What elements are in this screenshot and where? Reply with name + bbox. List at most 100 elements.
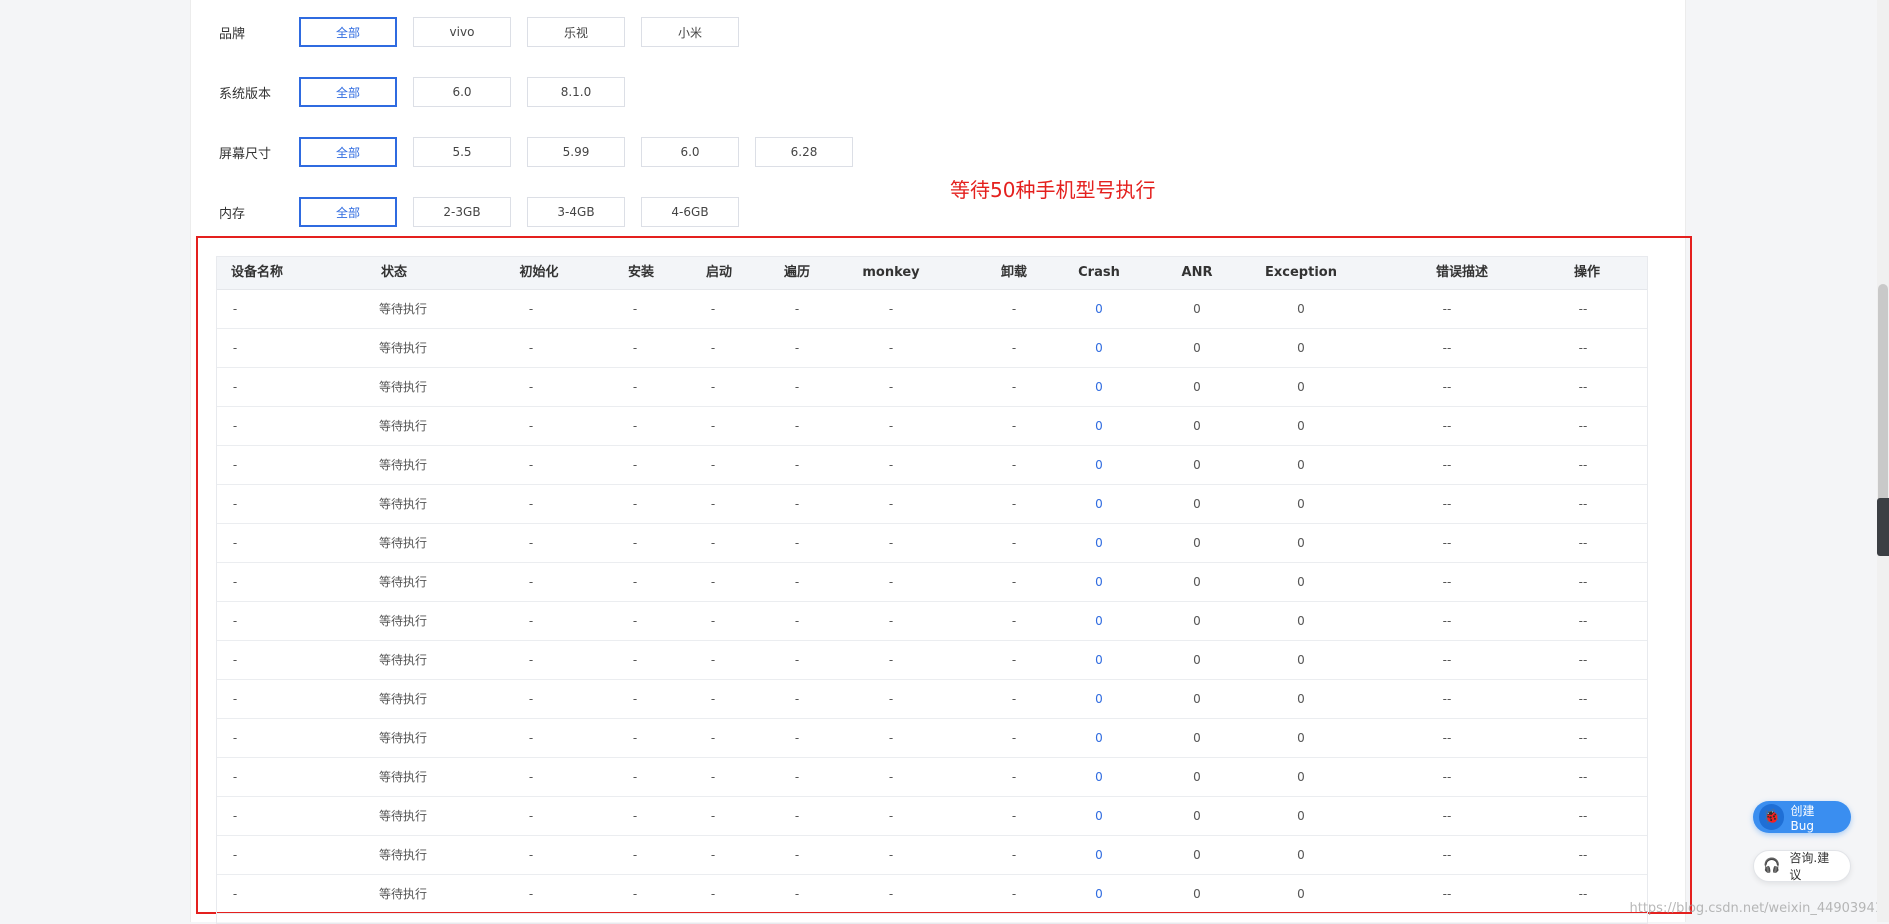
table-cell: -: [710, 614, 716, 628]
filter-option[interactable]: 2-3GB: [413, 197, 511, 227]
consult-button[interactable]: 🎧 咨询.建议: [1753, 850, 1851, 882]
table-cell: --: [1442, 380, 1452, 394]
table-cell: 等待执行: [379, 914, 427, 923]
filter-option[interactable]: 8.1.0: [527, 77, 625, 107]
create-bug-label: 创建Bug: [1790, 803, 1815, 833]
table-cell: -: [888, 614, 894, 628]
table-cell: 0: [1193, 914, 1201, 923]
table-cell: -: [888, 575, 894, 589]
table-cell: -: [794, 575, 800, 589]
table-cell: --: [1442, 419, 1452, 433]
table-cell: -: [888, 302, 894, 316]
table-cell: -: [632, 380, 638, 394]
crash-count-link[interactable]: 0: [1095, 290, 1103, 328]
consult-label: 咨询.建议: [1789, 851, 1830, 882]
table-cell: -: [1011, 653, 1017, 667]
table-row: -等待执行------000----: [217, 797, 1647, 836]
table-cell: -: [232, 809, 238, 823]
side-handle[interactable]: [1877, 498, 1889, 556]
crash-count-link[interactable]: 0: [1095, 602, 1103, 640]
table-cell: -: [888, 341, 894, 355]
filter-option[interactable]: 全部: [299, 77, 397, 107]
table-cell: 0: [1193, 380, 1201, 394]
table-cell: -: [888, 653, 894, 667]
column-header: 设备名称: [231, 265, 284, 280]
filter-option[interactable]: vivo: [413, 17, 511, 47]
filter-label: 品牌: [219, 26, 246, 42]
crash-count-link[interactable]: 0: [1095, 758, 1103, 796]
filter-row: 内存 全部 2-3GB 3-4GB 4-6GB: [219, 196, 755, 228]
crash-count-link[interactable]: 0: [1095, 407, 1103, 445]
crash-count-link[interactable]: 0: [1095, 875, 1103, 913]
table-cell: -: [528, 848, 534, 862]
table-cell: --: [1442, 848, 1452, 862]
table-cell: -: [794, 458, 800, 472]
table-cell: -: [1011, 302, 1017, 316]
table-cell: 0: [1193, 341, 1201, 355]
table-cell: 等待执行: [378, 614, 428, 628]
table-cell: -: [794, 497, 800, 511]
table-cell: -: [632, 575, 638, 589]
table-cell: 0: [1193, 731, 1201, 745]
headset-icon: 🎧: [1762, 858, 1781, 874]
table-cell: -: [794, 731, 800, 745]
crash-count-link[interactable]: 0: [1095, 641, 1103, 679]
crash-count-link[interactable]: 0: [1095, 680, 1103, 718]
table-row: -等待执行------000----: [217, 875, 1647, 914]
table-cell: 0: [1193, 302, 1201, 316]
crash-count-link[interactable]: 0: [1095, 836, 1103, 874]
table-cell: --: [1443, 914, 1452, 923]
table-cell: -: [794, 419, 800, 433]
table-cell: -: [710, 536, 716, 550]
filter-option[interactable]: 全部: [299, 197, 397, 227]
table-cell: --: [1579, 914, 1588, 923]
filter-option[interactable]: 3-4GB: [527, 197, 625, 227]
table-cell: -: [888, 887, 894, 901]
table-cell: -: [1011, 497, 1017, 511]
crash-count-link[interactable]: 0: [1095, 914, 1103, 923]
table-cell: --: [1442, 536, 1452, 550]
annotation-text: 等待50种手机型号执行: [950, 178, 1156, 202]
crash-count-link[interactable]: 0: [1095, 524, 1103, 562]
table-cell: -: [710, 458, 716, 472]
table-cell: 等待执行: [378, 653, 428, 667]
crash-count-link[interactable]: 0: [1095, 563, 1103, 601]
table-cell: 0: [1297, 302, 1305, 316]
create-bug-button[interactable]: 🐞 创建Bug: [1753, 801, 1851, 833]
table-cell: -: [632, 302, 638, 316]
filter-option[interactable]: 6.28: [755, 137, 853, 167]
table-cell: 0: [1297, 692, 1305, 706]
filter-option[interactable]: 4-6GB: [641, 197, 739, 227]
table-row: -等待执行------000----: [217, 485, 1647, 524]
filter-option[interactable]: 5.99: [527, 137, 625, 167]
table-cell: 0: [1193, 653, 1201, 667]
table-cell: 等待执行: [378, 302, 428, 316]
crash-count-link[interactable]: 0: [1095, 446, 1103, 484]
table-cell: -: [232, 419, 238, 433]
crash-count-link[interactable]: 0: [1095, 719, 1103, 757]
table-cell: 0: [1297, 848, 1305, 862]
column-header: 安装: [627, 265, 655, 280]
filter-option[interactable]: 全部: [299, 17, 397, 47]
crash-count-link[interactable]: 0: [1095, 485, 1103, 523]
filter-option[interactable]: 小米: [641, 17, 739, 47]
table-cell: -: [1011, 692, 1017, 706]
table-cell: 0: [1297, 380, 1305, 394]
table-cell: -: [632, 536, 638, 550]
page-scrollbar[interactable]: [1877, 0, 1889, 922]
crash-count-link[interactable]: 0: [1095, 797, 1103, 835]
crash-count-link[interactable]: 0: [1095, 329, 1103, 367]
table-cell: -: [710, 731, 716, 745]
table-cell: --: [1442, 887, 1452, 901]
table-cell: 等待执行: [378, 380, 428, 394]
table-cell: 0: [1193, 575, 1201, 589]
filter-option[interactable]: 5.5: [413, 137, 511, 167]
table-cell: --: [1578, 653, 1588, 667]
crash-count-link[interactable]: 0: [1095, 368, 1103, 406]
table-cell: 等待执行: [378, 887, 428, 901]
filter-option[interactable]: 6.0: [641, 137, 739, 167]
table-row: -等待执行------000----: [217, 836, 1647, 875]
filter-option[interactable]: 乐视: [527, 17, 625, 47]
filter-option[interactable]: 全部: [299, 137, 397, 167]
filter-option[interactable]: 6.0: [413, 77, 511, 107]
